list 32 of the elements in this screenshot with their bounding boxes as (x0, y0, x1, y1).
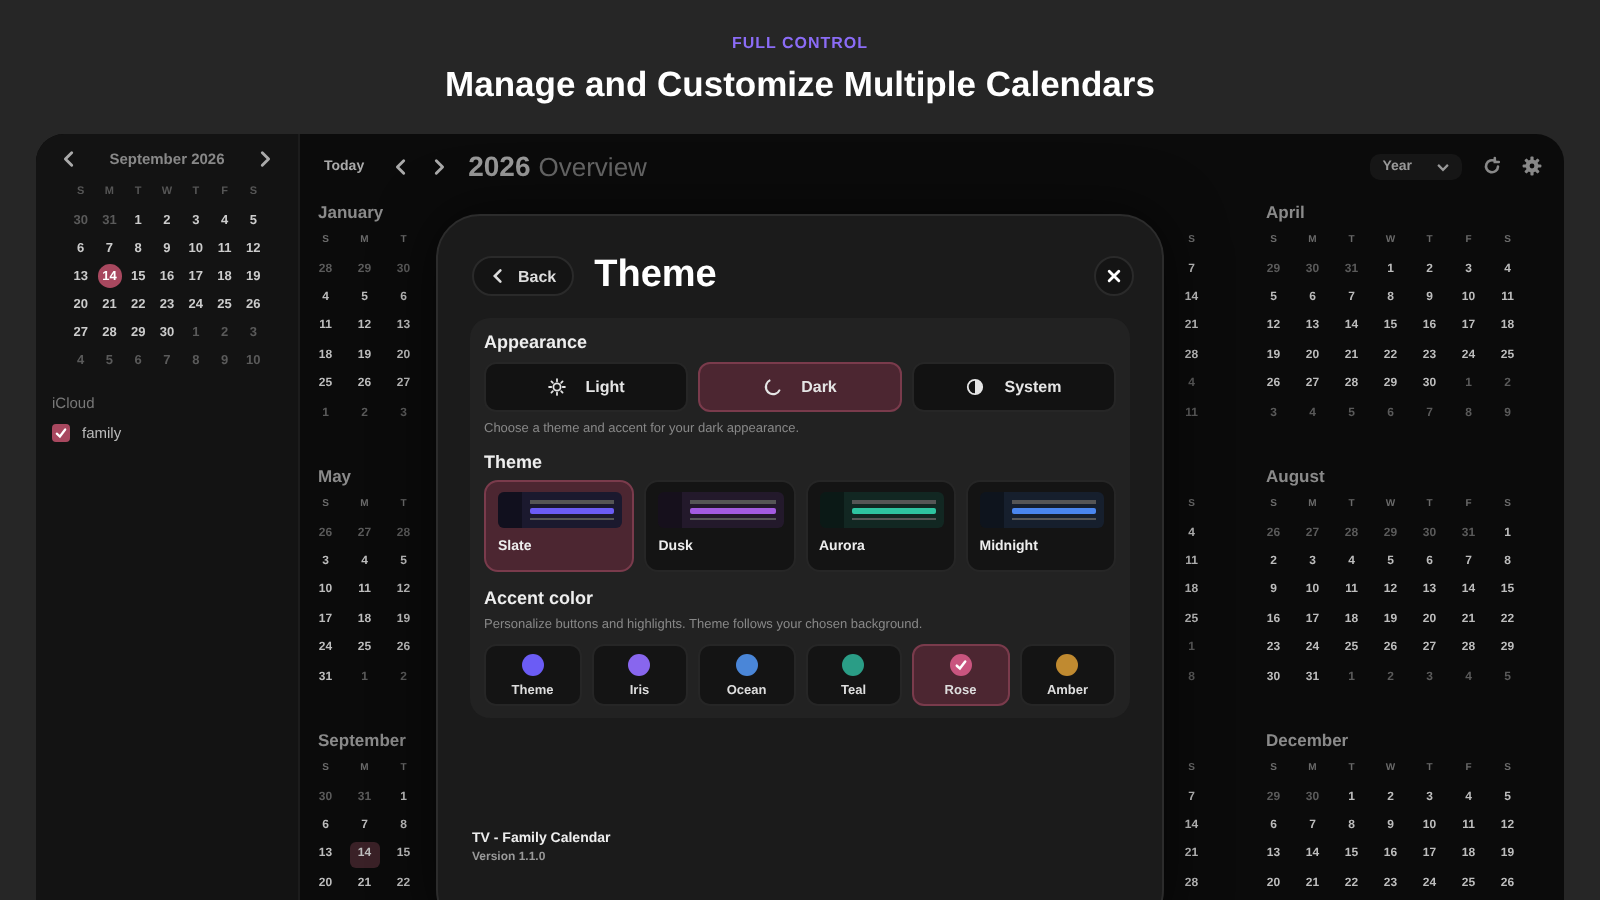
close-button[interactable] (1094, 256, 1134, 296)
month-title: September (318, 730, 406, 750)
month-title: January (318, 202, 384, 222)
section-label: Appearance (484, 332, 590, 352)
refresh-icon[interactable] (1482, 156, 1502, 176)
month-title: August (1266, 466, 1325, 486)
chevron-left-icon (490, 268, 506, 284)
dialog-title: Theme (594, 254, 717, 298)
calendar-checkbox[interactable] (52, 424, 70, 442)
month-title: May (318, 466, 352, 486)
appearance-option[interactable]: Light (484, 362, 688, 412)
month-title: April (1266, 202, 1305, 222)
previous-button[interactable] (392, 157, 411, 175)
year-title: 2026 (468, 150, 531, 182)
view-subtitle: Overview (538, 151, 647, 181)
section-label: Theme (484, 452, 545, 472)
moon-icon (763, 378, 782, 396)
section-label: Accent color (484, 588, 596, 608)
appearance-option[interactable]: System (912, 362, 1116, 412)
caret-icon (1436, 159, 1450, 173)
headline: Manage and Customize Multiple Calendars (445, 64, 1155, 106)
sun-icon (547, 378, 566, 396)
eyebrow-label: FULL CONTROL (731, 34, 869, 52)
back-button[interactable]: Back (472, 256, 575, 296)
contrast-icon (966, 378, 985, 396)
settings-icon[interactable] (1522, 156, 1542, 176)
previous-month-button[interactable] (60, 149, 78, 167)
next-button[interactable] (430, 157, 449, 175)
close-icon (1106, 268, 1122, 284)
month-title: December (1266, 730, 1349, 750)
appearance-option[interactable]: Dark (698, 362, 902, 412)
next-month-button[interactable] (255, 149, 274, 167)
